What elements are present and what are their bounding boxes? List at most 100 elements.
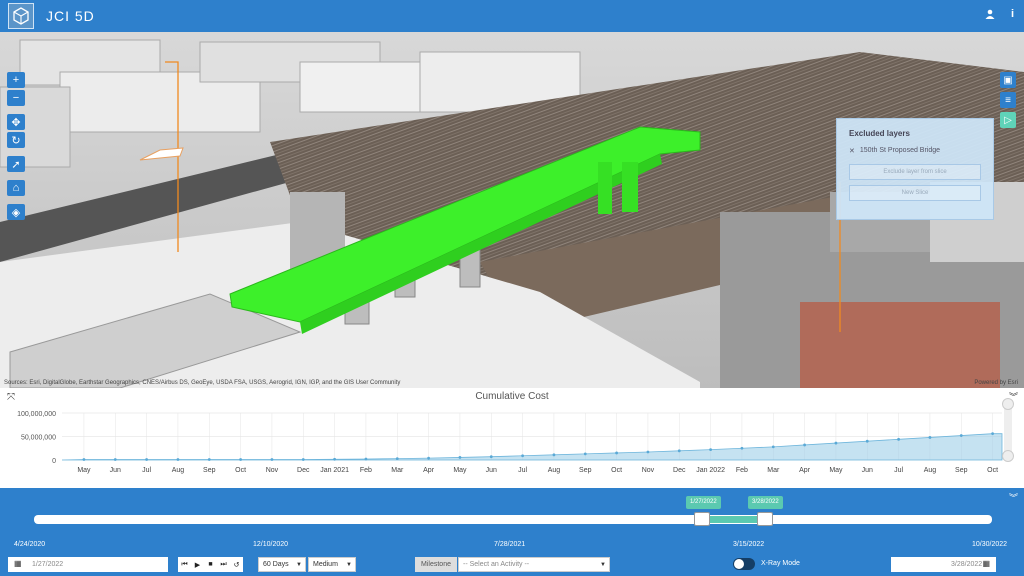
- new-slice-button[interactable]: New Slice: [849, 185, 981, 201]
- calendar-icon[interactable]: ▦: [14, 559, 22, 568]
- x-tick-label: Jul: [142, 467, 151, 474]
- data-point: [928, 436, 932, 439]
- chart-scroll-handle-bottom[interactable]: [1002, 450, 1014, 462]
- skip-start-icon[interactable]: ⏮: [178, 557, 191, 572]
- data-point: [771, 445, 775, 449]
- x-tick-label: Oct: [987, 467, 998, 474]
- timeline-selected-range[interactable]: [706, 516, 764, 523]
- speed-select[interactable]: Medium ▼: [308, 557, 356, 572]
- x-tick-label: Apr: [423, 467, 435, 474]
- x-tick-label: Oct: [235, 467, 246, 474]
- data-point: [897, 437, 900, 441]
- timeline-collapse-icon[interactable]: ︾: [1009, 491, 1018, 504]
- data-point: [677, 449, 681, 453]
- info-icon[interactable]: i: [1011, 8, 1014, 22]
- data-point: [583, 452, 587, 456]
- calendar-icon[interactable]: ▦: [982, 559, 990, 568]
- user-icon[interactable]: [985, 8, 995, 22]
- loop-icon[interactable]: ↺: [230, 557, 243, 572]
- cost-area: [61, 433, 1003, 461]
- end-date-value: 3/28/2022: [951, 561, 983, 568]
- start-date-field[interactable]: ▦ 1/27/2022: [8, 557, 168, 572]
- compass-icon[interactable]: ➚: [7, 156, 25, 172]
- powered-by[interactable]: Powered by Esri: [974, 380, 1018, 386]
- panel-title: Excluded layers: [849, 129, 910, 138]
- data-point: [239, 458, 243, 461]
- pan-icon[interactable]: ✥: [7, 114, 25, 130]
- zoom-out-button[interactable]: −: [7, 90, 25, 106]
- data-point: [615, 451, 618, 455]
- x-tick-label: Dec: [297, 467, 310, 474]
- save-icon[interactable]: ▣: [1000, 72, 1016, 88]
- app-header: JCI 5D i: [0, 0, 1024, 32]
- x-tick-label: Dec: [673, 467, 686, 474]
- activity-placeholder: -- Select an Activity --: [463, 561, 530, 568]
- x-tick-label: Jun: [862, 467, 873, 474]
- x-tick-label: May: [453, 467, 467, 474]
- interval-value: 60 Days: [263, 561, 289, 568]
- milestone-label: Milestone: [415, 557, 457, 572]
- speed-value: Medium: [313, 561, 338, 568]
- data-point: [521, 454, 524, 458]
- timeline-tick-label: 3/15/2022: [733, 541, 765, 548]
- xray-toggle-knob[interactable]: [734, 559, 744, 569]
- data-point: [333, 457, 336, 461]
- data-point: [270, 458, 274, 461]
- interval-select[interactable]: 60 Days ▼: [258, 557, 306, 572]
- x-tick-label: Oct: [611, 467, 622, 474]
- data-point: [395, 457, 399, 460]
- layers-icon[interactable]: ◈: [7, 204, 25, 220]
- slice-icon[interactable]: ▷: [1000, 112, 1016, 128]
- x-tick-label: Jun: [486, 467, 497, 474]
- data-point: [364, 457, 368, 461]
- x-tick-label: Jan 2021: [320, 467, 349, 474]
- home-icon[interactable]: ⌂: [7, 180, 25, 196]
- skip-end-icon[interactable]: ⏭: [217, 557, 230, 572]
- x-tick-label: Sep: [579, 467, 592, 474]
- data-point: [458, 456, 462, 459]
- range-end-flag: 3/28/2022: [748, 496, 783, 509]
- excluded-layer-name: 150th St Proposed Bridge: [859, 147, 941, 154]
- data-point: [834, 441, 838, 445]
- x-tick-label: Nov: [642, 467, 655, 474]
- range-end-handle[interactable]: [757, 512, 773, 526]
- y-tick-label: 50,000,000: [21, 435, 56, 442]
- exclude-layer-button[interactable]: Exclude layer from slice: [849, 164, 981, 180]
- x-tick-label: Jul: [518, 467, 527, 474]
- timeline-tick-label: 12/10/2020: [253, 541, 289, 548]
- play-icon[interactable]: ▶: [191, 557, 204, 572]
- data-point: [803, 443, 806, 447]
- close-icon[interactable]: ✕: [849, 147, 855, 155]
- end-date-field[interactable]: 3/28/2022 ▦: [891, 557, 996, 572]
- stop-icon[interactable]: ■: [204, 557, 217, 572]
- x-tick-label: Mar: [767, 467, 780, 474]
- scene-view[interactable]: + − ✥ ↻ ➚ ⌂ ◈ ▣ ≡ ▷ Excluded layers ✕ 15…: [0, 32, 1024, 388]
- range-start-handle[interactable]: [694, 512, 710, 526]
- data-point: [489, 455, 493, 459]
- chart-scroll-handle-top[interactable]: [1002, 398, 1014, 410]
- app-root: JCI 5D i + − ✥ ↻ ➚ ⌂ ◈ ▣ ≡ ▷ Excluded la…: [0, 0, 1024, 576]
- rotate-icon[interactable]: ↻: [7, 132, 25, 148]
- timeline-start-label: 4/24/2020: [14, 541, 46, 548]
- x-tick-label: Aug: [548, 467, 561, 474]
- cumulative-cost-chart: 100,000,000 50,000,000 0 May Jun Jul Aug Sep Oct…: [17, 411, 1003, 474]
- data-point: [991, 432, 994, 436]
- x-tick-label: Feb: [736, 467, 748, 474]
- zoom-in-button[interactable]: +: [7, 72, 25, 88]
- x-tick-label: May: [829, 467, 843, 474]
- data-point: [145, 458, 149, 461]
- data-point: [82, 458, 86, 461]
- data-point: [646, 450, 650, 454]
- activity-select[interactable]: -- Select an Activity -- ▼: [458, 557, 610, 572]
- x-tick-label: May: [77, 467, 91, 474]
- timeline-slider-track[interactable]: [34, 515, 992, 524]
- data-point: [959, 434, 963, 437]
- x-tick-label: Jun: [110, 467, 121, 474]
- x-tick-label: Sep: [203, 467, 216, 474]
- data-point: [740, 446, 744, 450]
- list-icon[interactable]: ≡: [1000, 92, 1016, 108]
- excluded-layers-panel: Excluded layers ✕ 150th St Proposed Brid…: [836, 118, 994, 220]
- range-start-flag: 1/27/2022: [686, 496, 721, 509]
- xray-mode-label: X-Ray Mode: [761, 560, 800, 567]
- timeline-tick-label: 7/28/2021: [494, 541, 526, 548]
